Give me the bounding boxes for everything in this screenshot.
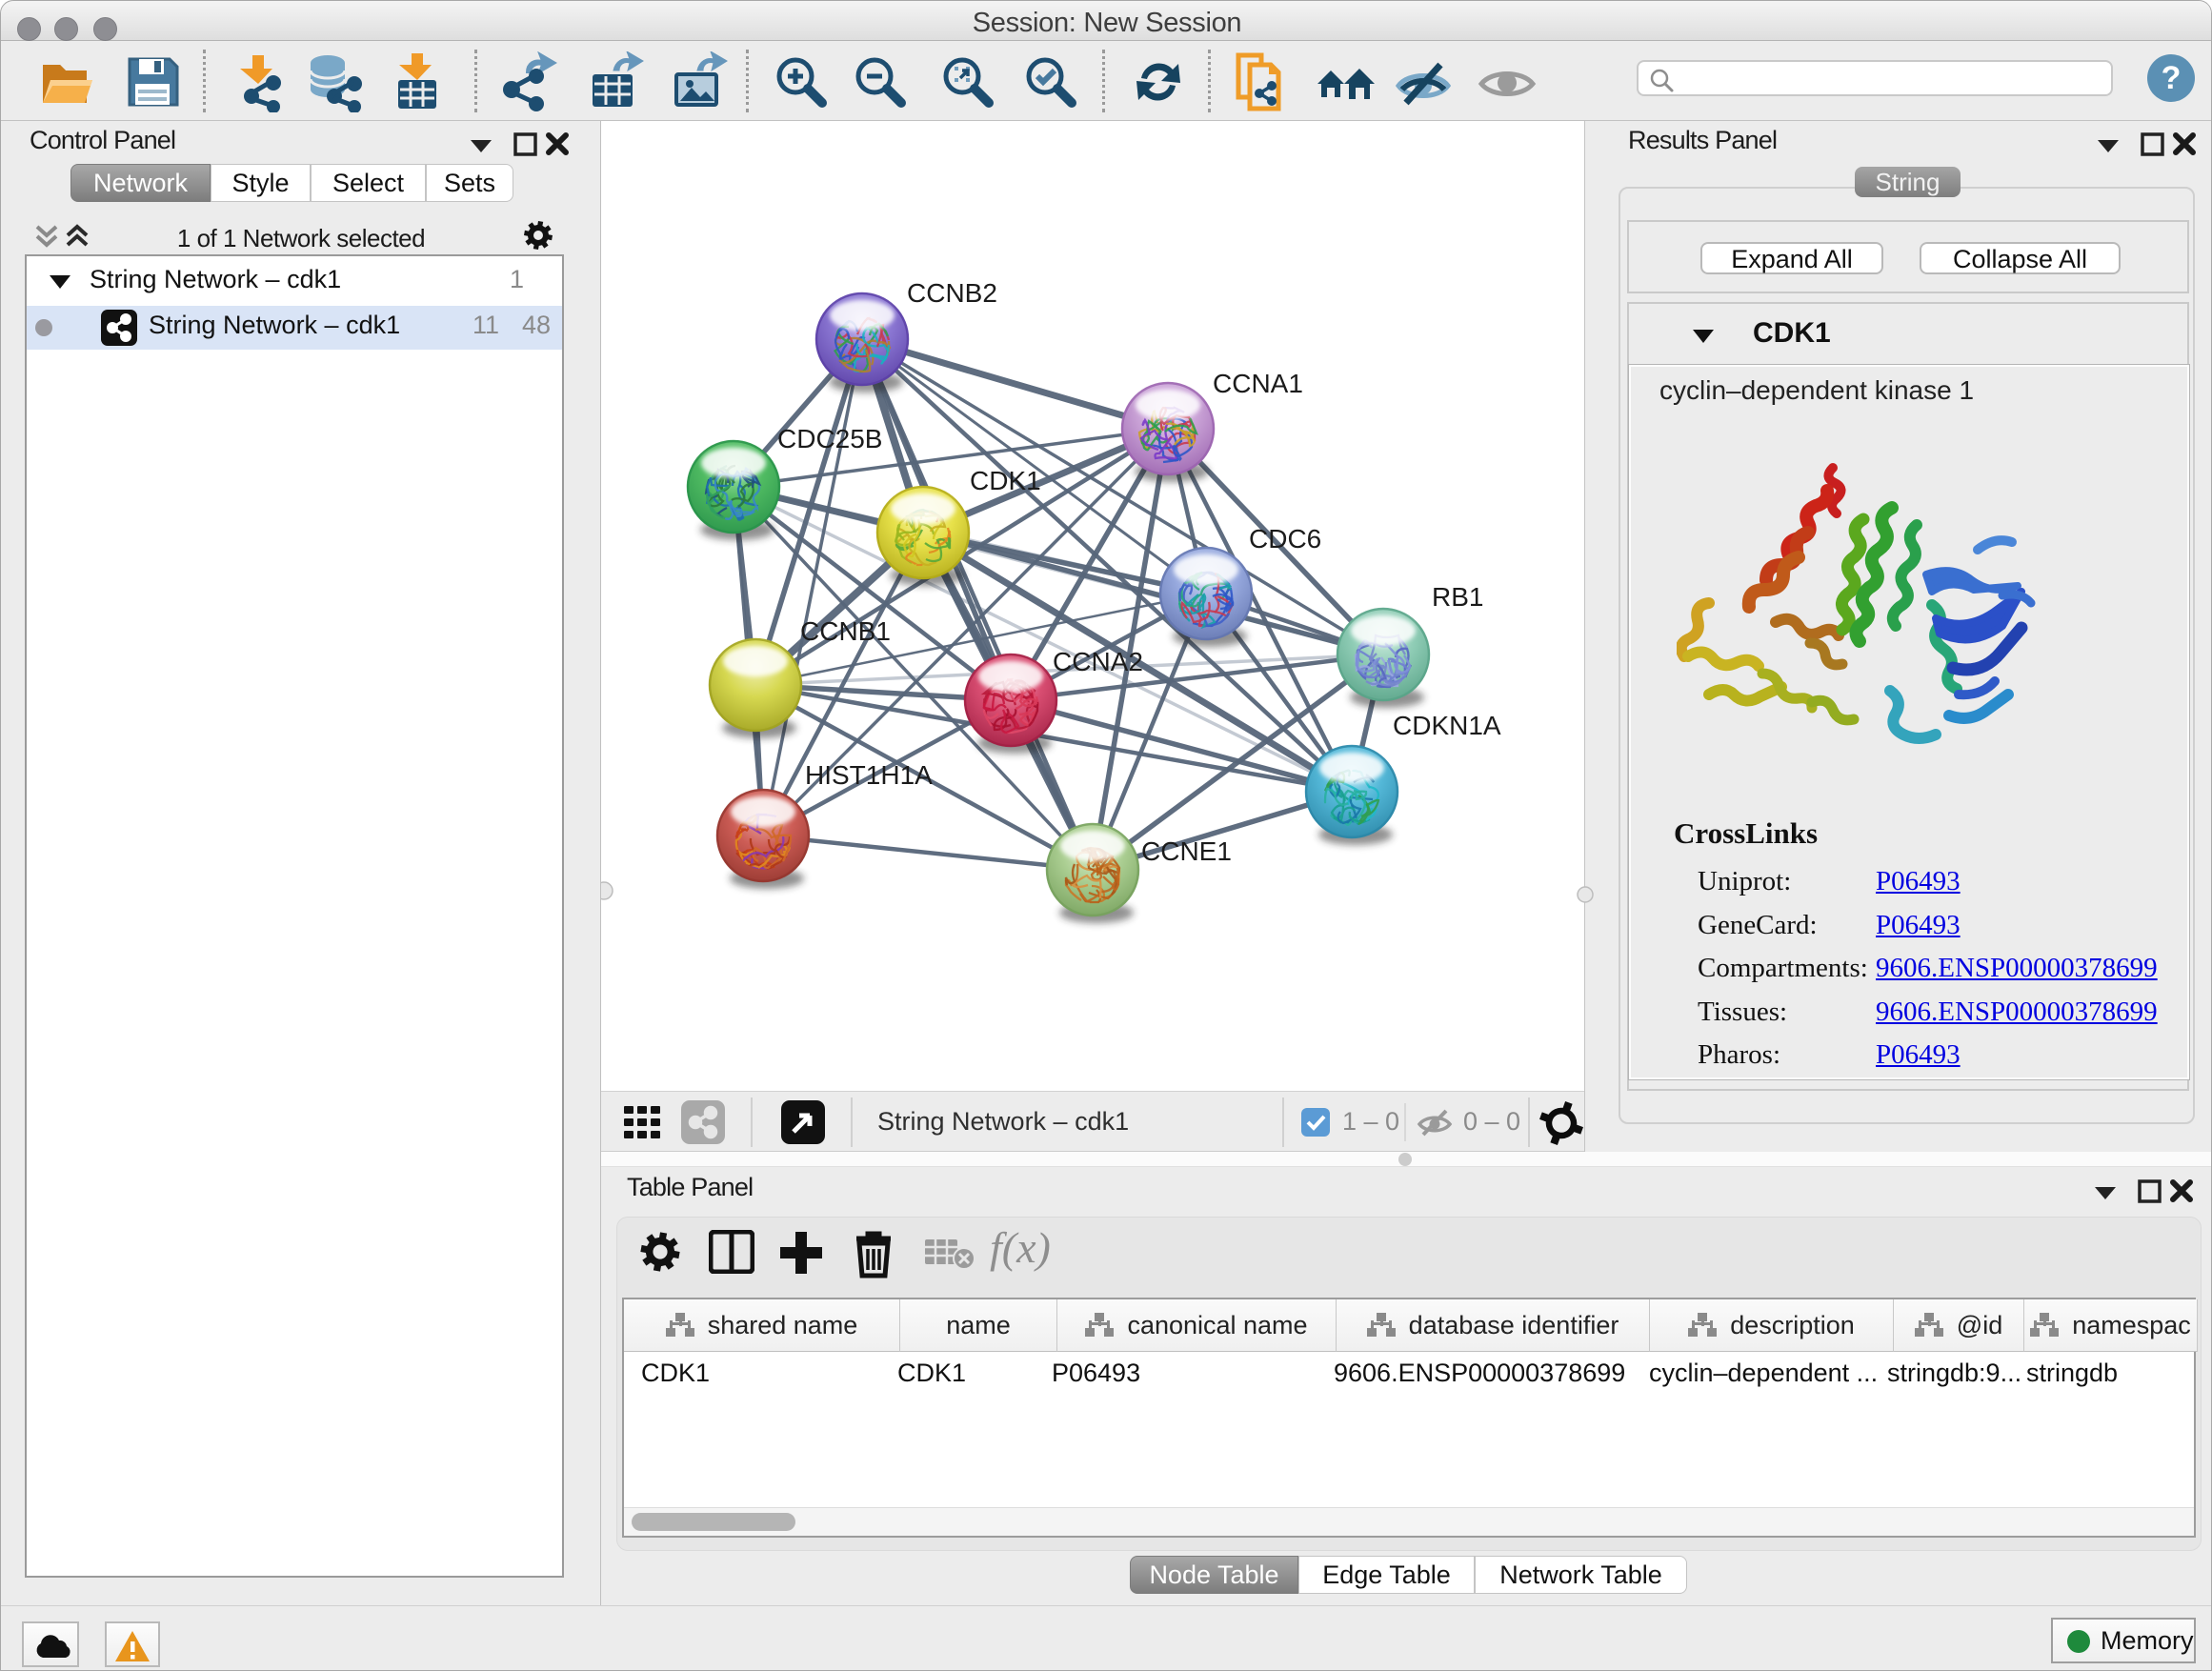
svg-text:CCNE1: CCNE1 bbox=[1141, 836, 1232, 866]
svg-text:CDC6: CDC6 bbox=[1249, 524, 1321, 554]
svg-text:CDKN1A: CDKN1A bbox=[1393, 711, 1501, 740]
svg-text:CCNB1: CCNB1 bbox=[800, 616, 891, 646]
svg-text:CCNB2: CCNB2 bbox=[907, 278, 997, 308]
svg-text:RB1: RB1 bbox=[1432, 582, 1483, 612]
svg-text:CDK1: CDK1 bbox=[970, 466, 1041, 495]
svg-text:CDC25B: CDC25B bbox=[777, 424, 882, 453]
svg-text:CCNA2: CCNA2 bbox=[1053, 647, 1143, 676]
svg-text:HIST1H1A: HIST1H1A bbox=[805, 760, 933, 790]
svg-text:CCNA1: CCNA1 bbox=[1213, 369, 1303, 398]
svg-text:?: ? bbox=[2162, 60, 2182, 96]
